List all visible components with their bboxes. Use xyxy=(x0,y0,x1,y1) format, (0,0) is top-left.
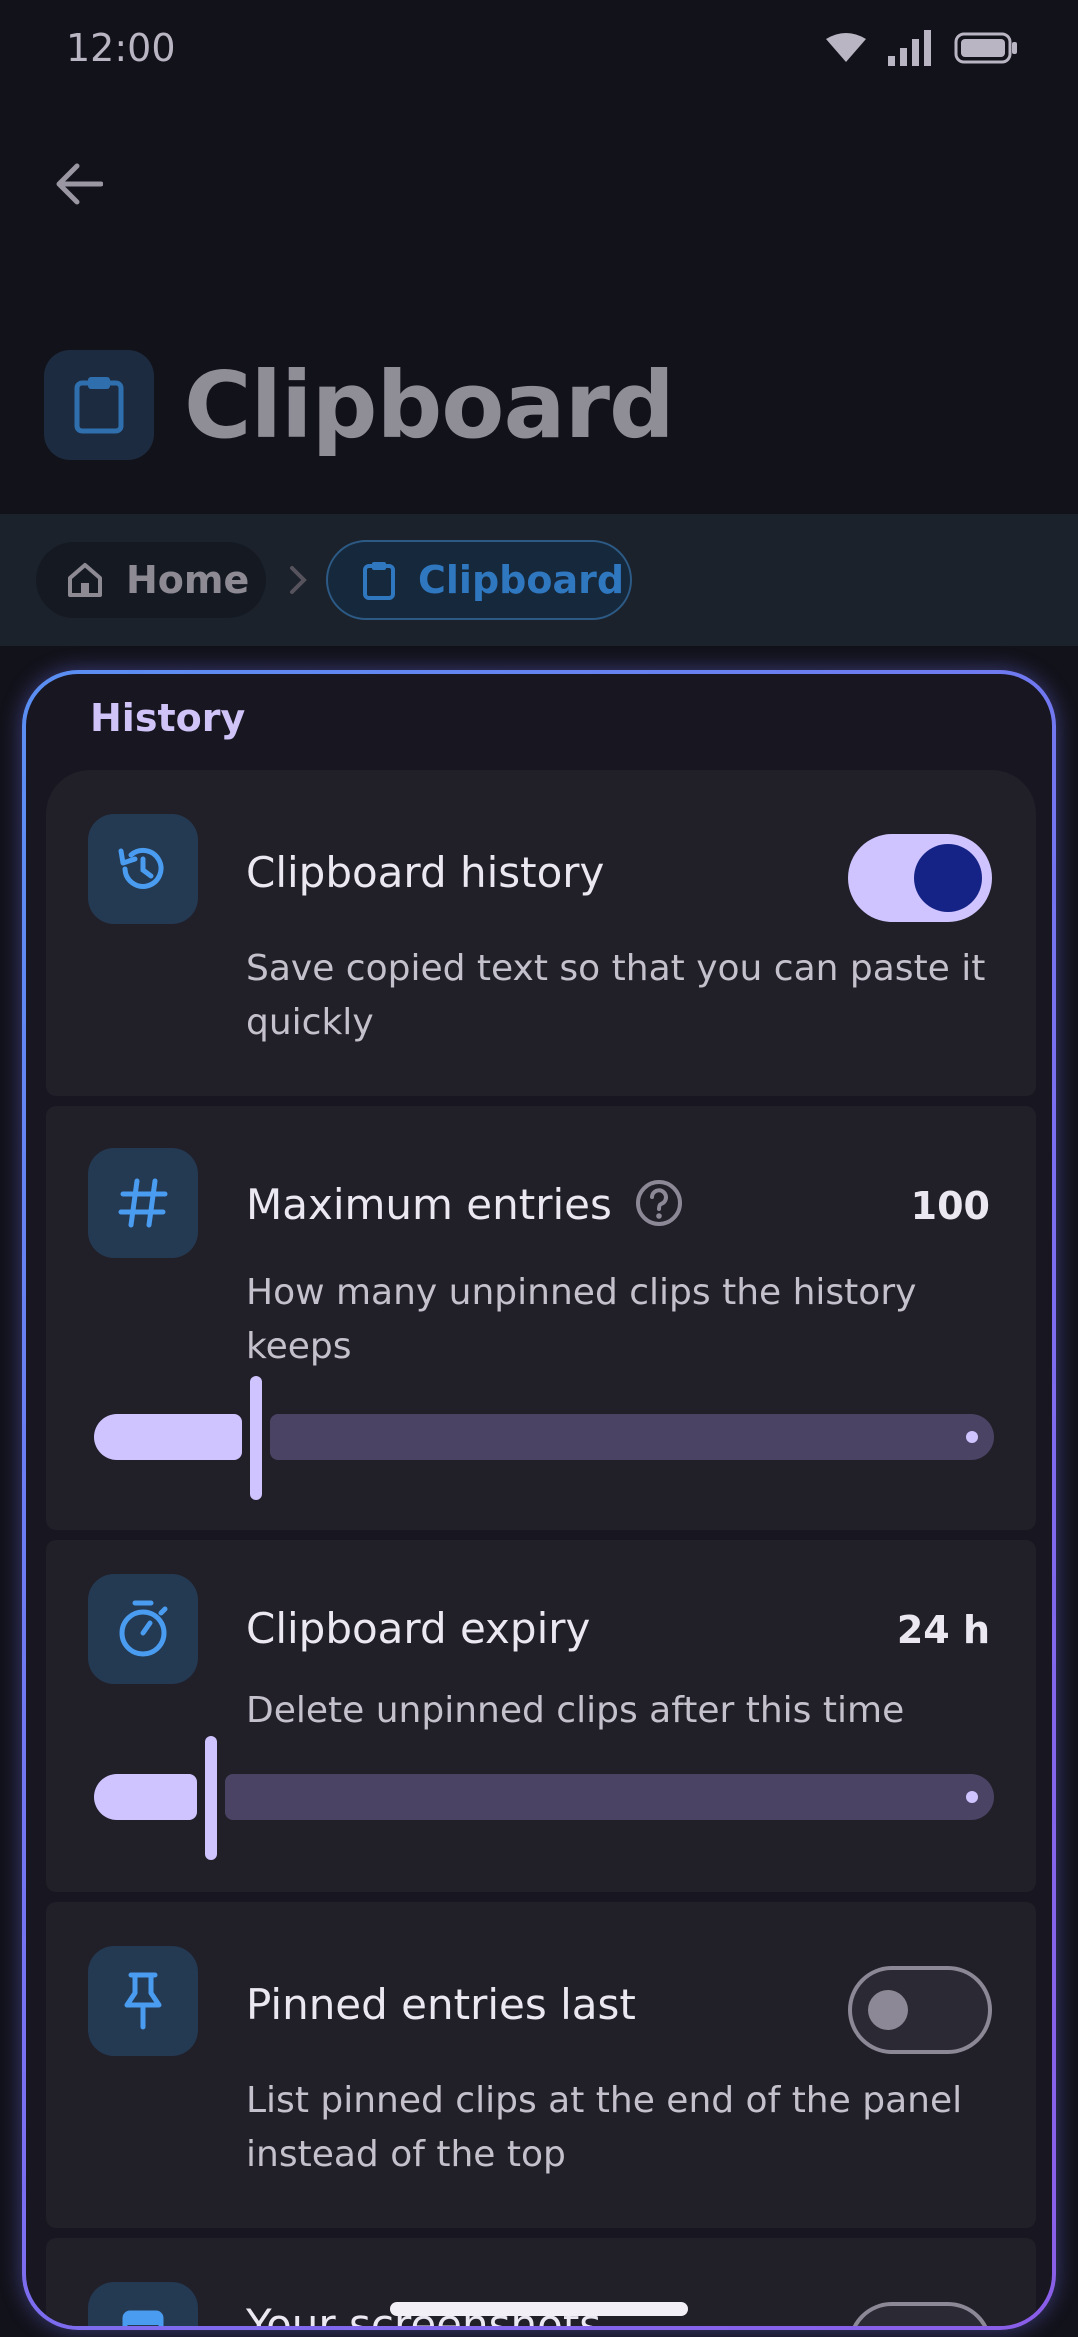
clipboard-expiry-slider[interactable] xyxy=(94,1736,994,1860)
setting-clipboard-history[interactable]: Clipboard history Save copied text so th… xyxy=(46,770,1036,1096)
maximum-entries-value: 100 xyxy=(910,1184,990,1228)
slider-stop-indicator xyxy=(966,1431,978,1443)
slider-handle[interactable] xyxy=(205,1736,217,1860)
toggle-knob xyxy=(914,844,982,912)
breadcrumb-home[interactable]: Home xyxy=(36,542,266,618)
breadcrumb: Home Clipboard xyxy=(0,514,1078,646)
section-title: History xyxy=(90,696,246,740)
setting-description: Delete unpinned clips after this time xyxy=(246,1690,905,1731)
status-bar: 12:00 xyxy=(0,0,1078,100)
status-icons xyxy=(826,30,1018,66)
timer-icon xyxy=(119,1600,168,1657)
home-icon xyxy=(68,563,102,597)
setting-title: Maximum entries xyxy=(246,1180,612,1229)
setting-title: Pinned entries last xyxy=(246,1980,636,2029)
home-indicator[interactable] xyxy=(390,2302,688,2316)
setting-description: List pinned clips at the end of the pane… xyxy=(246,2080,963,2175)
maximum-entries-slider[interactable] xyxy=(94,1376,994,1500)
setting-description: Save copied text so that you can paste i… xyxy=(246,948,986,1043)
screenshot-icon xyxy=(122,2310,164,2326)
signal-icon xyxy=(888,30,931,66)
clipboard-icon xyxy=(363,562,395,600)
battery-icon xyxy=(954,32,1017,64)
history-icon-box xyxy=(88,814,198,924)
hash-icon-box xyxy=(88,1148,198,1258)
screenshot-icon-box xyxy=(88,2282,198,2326)
breadcrumb-current-label: Clipboard xyxy=(418,558,625,602)
status-time: 12:00 xyxy=(66,26,176,70)
help-icon[interactable] xyxy=(634,1178,684,1228)
slider-active-track xyxy=(94,1774,197,1820)
setting-title: Clipboard history xyxy=(246,848,605,897)
setting-description: How many unpinned clips the history keep… xyxy=(246,1272,917,1367)
hash-icon xyxy=(118,1178,168,1228)
setting-maximum-entries: Maximum entries 100 How many unpinned cl… xyxy=(46,1106,1036,1530)
breadcrumb-home-label: Home xyxy=(126,558,250,602)
timer-icon-box xyxy=(88,1574,198,1684)
setting-pinned-entries-last[interactable]: Pinned entries last List pinned clips at… xyxy=(46,1902,1036,2228)
clipboard-icon xyxy=(74,377,124,434)
setting-title: Clipboard expiry xyxy=(246,1604,591,1653)
toggle-knob xyxy=(868,1990,908,2030)
slider-inactive-track xyxy=(270,1414,994,1460)
slider-active-track xyxy=(94,1414,242,1460)
clipboard-history-toggle[interactable] xyxy=(848,834,992,922)
your-screenshots-toggle[interactable] xyxy=(848,2302,992,2326)
breadcrumb-current[interactable]: Clipboard xyxy=(326,540,632,620)
clipboard-expiry-value: 24 h xyxy=(896,1608,990,1652)
pin-icon xyxy=(124,1972,162,2030)
history-settings-panel: History Clipboard history Save copied te… xyxy=(22,670,1056,2330)
back-button[interactable] xyxy=(44,150,112,218)
slider-inactive-track xyxy=(225,1774,994,1820)
history-icon xyxy=(118,847,164,889)
slider-stop-indicator xyxy=(966,1791,978,1803)
pin-icon-box xyxy=(88,1946,198,2056)
clipboard-title-icon-box xyxy=(44,350,154,460)
page-title: Clipboard xyxy=(184,352,675,459)
slider-handle[interactable] xyxy=(250,1376,262,1500)
arrow-left-icon xyxy=(56,163,103,205)
wifi-icon xyxy=(826,33,866,62)
chevron-right-icon xyxy=(290,566,307,594)
pinned-entries-last-toggle[interactable] xyxy=(848,1966,992,2054)
setting-clipboard-expiry: Clipboard expiry 24 h Delete unpinned cl… xyxy=(46,1540,1036,1892)
